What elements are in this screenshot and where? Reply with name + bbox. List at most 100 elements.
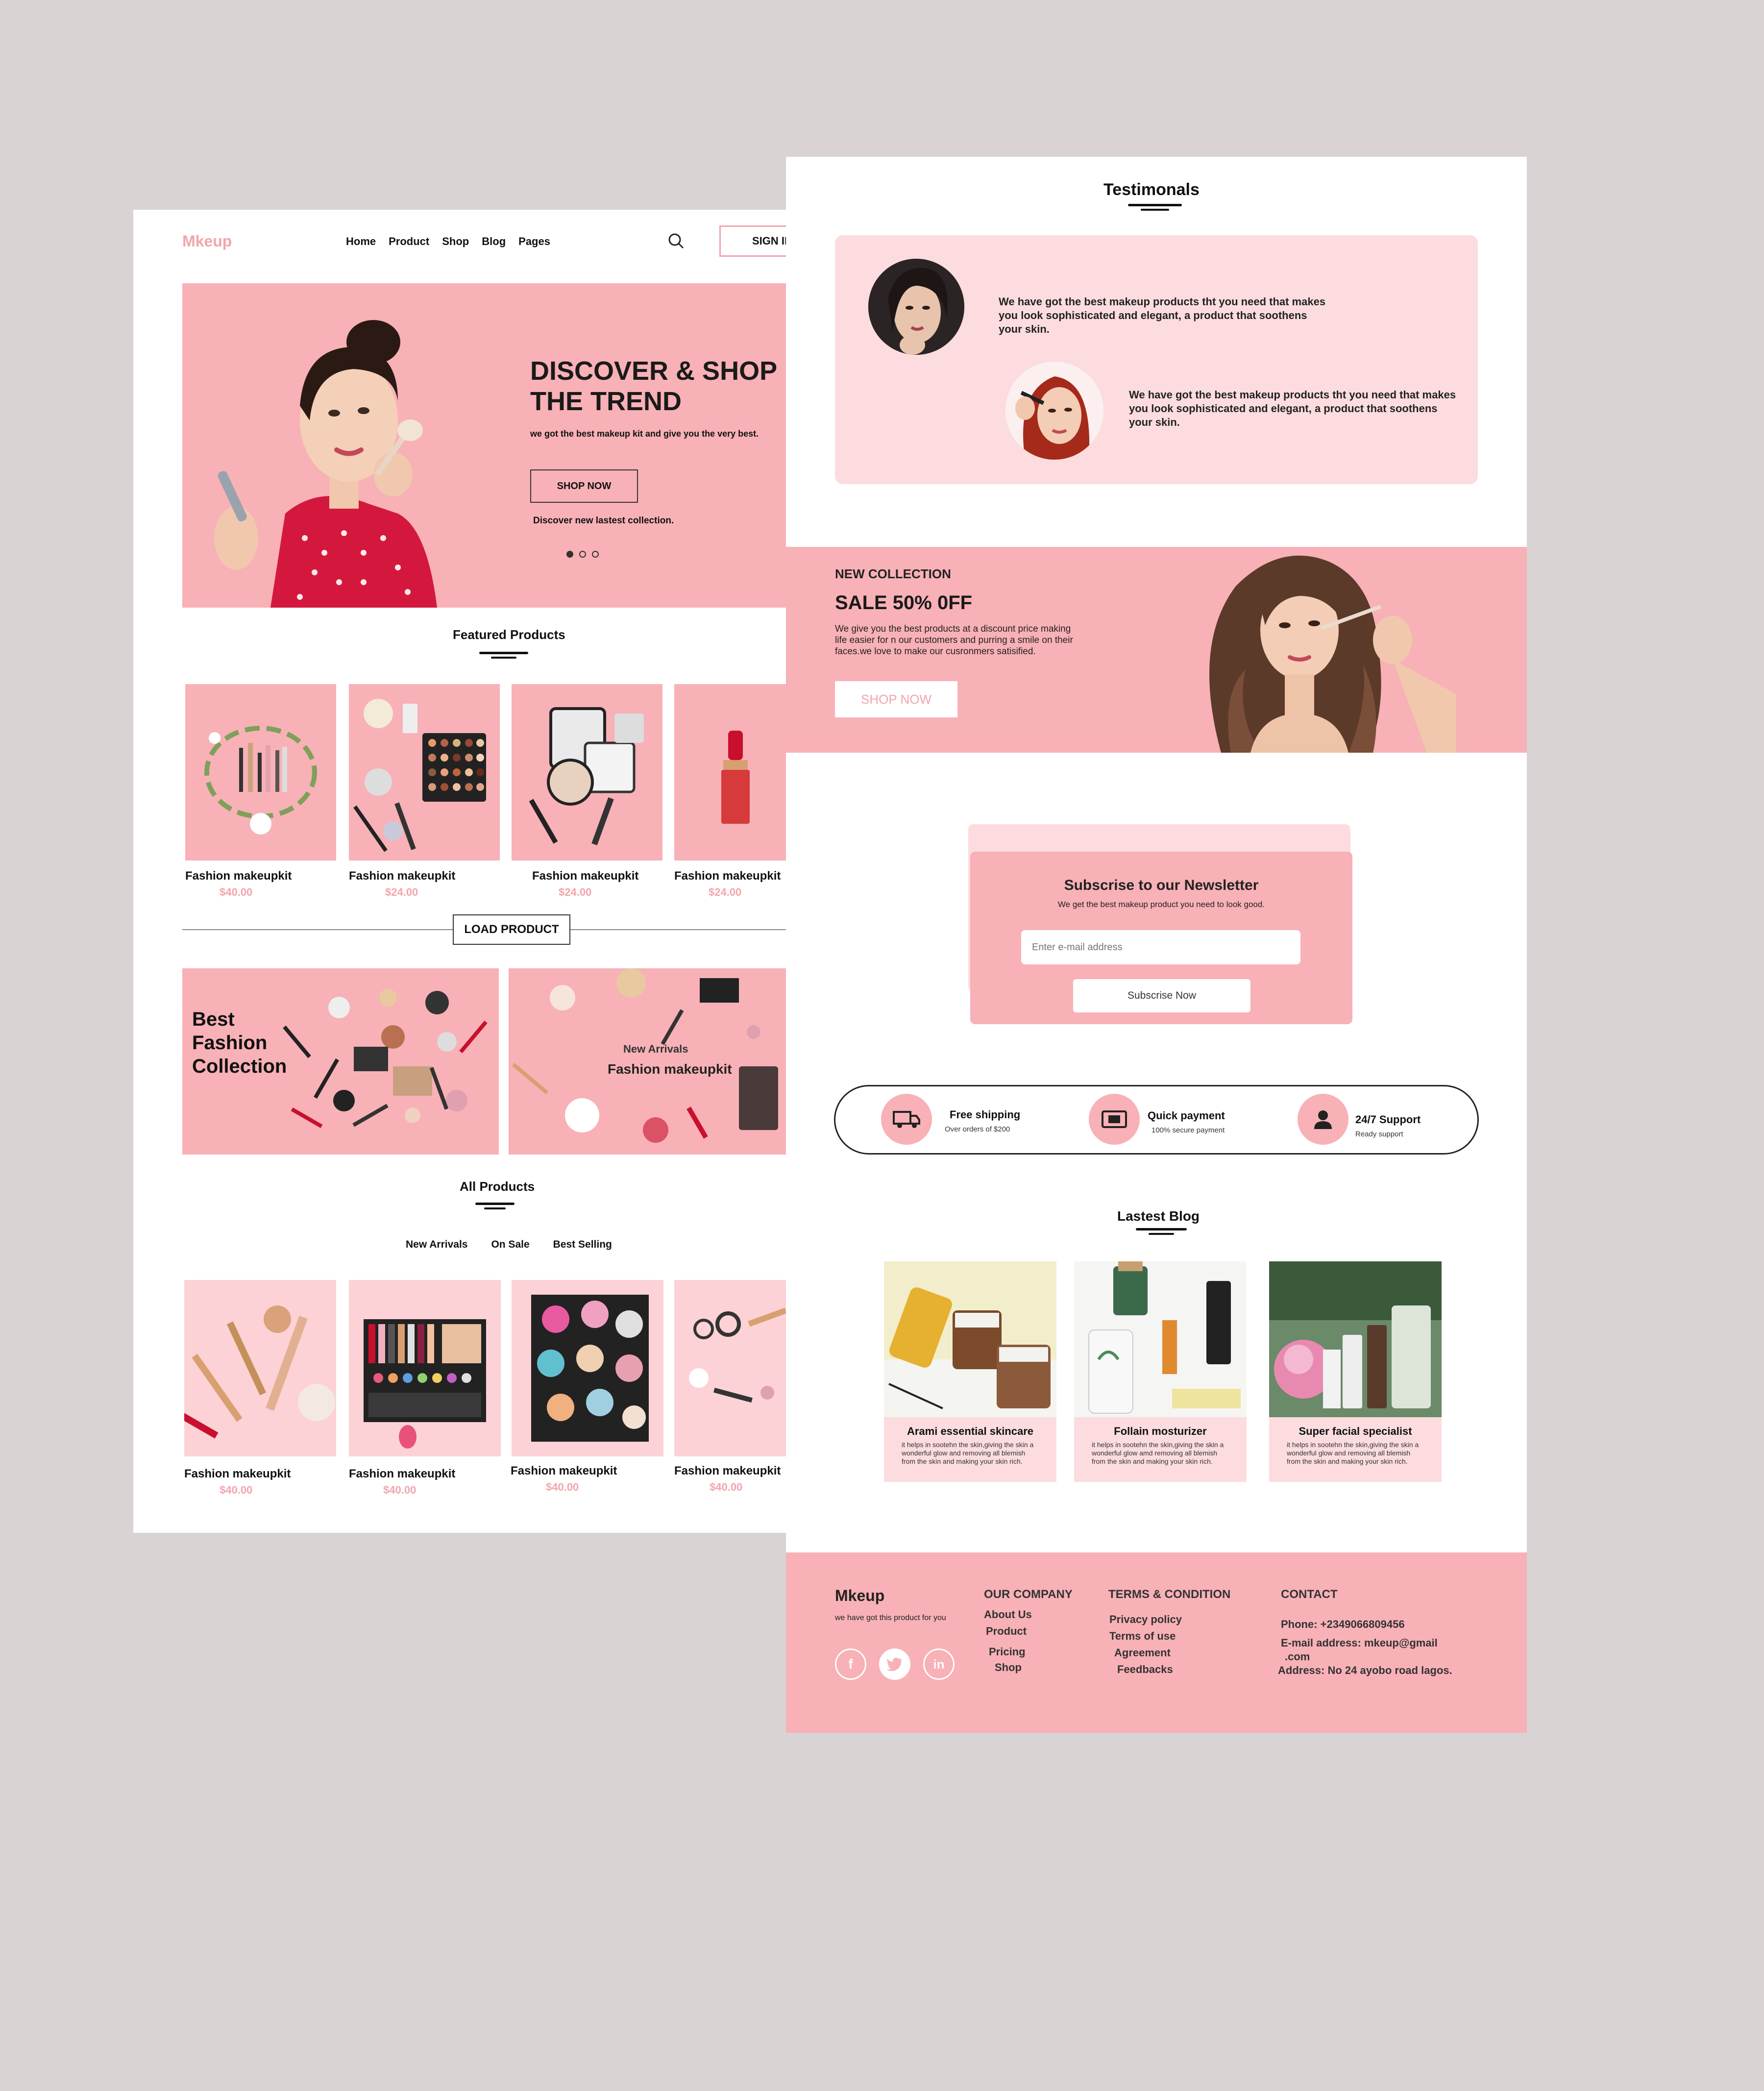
blog-excerpt: it helps in sootehn the skin,giving the … <box>1287 1441 1419 1465</box>
service-subtitle: Ready support <box>1355 1130 1403 1138</box>
footer-link-pricing[interactable]: Pricing <box>989 1646 1026 1658</box>
product-title[interactable]: Fashion makeupkit <box>185 869 292 883</box>
sale-text: We give you the best products at a disco… <box>835 624 1073 657</box>
blog-title[interactable]: Super facial specialist <box>1269 1425 1442 1438</box>
product-title[interactable]: Fashion makeupkit <box>511 1464 617 1478</box>
service-title: Quick payment <box>1148 1109 1225 1122</box>
product-card-image[interactable] <box>512 684 662 861</box>
product-price: $40.00 <box>220 1484 253 1496</box>
featured-heading: Featured Products <box>453 627 565 642</box>
product-card-image[interactable] <box>184 1280 336 1456</box>
footer-email-line1: E-mail address: mkeup@gmail <box>1281 1637 1438 1649</box>
footer-link-about[interactable]: About Us <box>984 1608 1032 1621</box>
carousel-dot-2[interactable] <box>579 551 586 558</box>
footer-link-feedbacks[interactable]: Feedbacks <box>1117 1663 1173 1676</box>
newsletter-subtitle: We get the best makeup product you need … <box>1057 900 1265 909</box>
featured-heading-underline <box>479 652 528 654</box>
tab-new-arrivals[interactable]: New Arrivals <box>406 1239 467 1251</box>
product-price: $24.00 <box>385 886 418 898</box>
carousel-dot-3[interactable] <box>592 551 599 558</box>
tab-best-selling[interactable]: Best Selling <box>553 1239 612 1251</box>
product-title[interactable]: Fashion makeupkit <box>674 869 781 883</box>
hero-shop-now-button[interactable]: SHOP NOW <box>530 469 638 503</box>
product-filter-tabs: New Arrivals On Sale Best Selling <box>406 1239 612 1251</box>
linkedin-icon[interactable]: in <box>923 1648 955 1680</box>
sale-model-image <box>1162 547 1456 753</box>
blog-card[interactable]: Follain mosturizer it helps in sootehn t… <box>1074 1261 1247 1482</box>
hero-note: Discover new lastest collection. <box>533 516 674 526</box>
sale-label: NEW COLLECTION <box>835 566 951 581</box>
blog-image <box>1074 1261 1247 1417</box>
footer-link-product[interactable]: Product <box>986 1625 1027 1638</box>
blog-card[interactable]: Super facial specialist it helps in soot… <box>1269 1261 1442 1482</box>
tab-on-sale[interactable]: On Sale <box>491 1239 529 1251</box>
product-title[interactable]: Fashion makeupkit <box>349 869 455 883</box>
hero-model-image <box>192 308 520 608</box>
blog-heading-underline <box>1136 1228 1187 1230</box>
testimonials-underline-2 <box>1141 209 1169 211</box>
footer-link-terms[interactable]: Terms of use <box>1109 1630 1176 1643</box>
product-card-image[interactable] <box>349 1280 501 1456</box>
sale-shop-now-label: SHOP NOW <box>861 691 931 707</box>
facebook-icon[interactable]: f <box>835 1648 866 1680</box>
nav-home[interactable]: Home <box>346 235 376 248</box>
best-collection-line3: Collection <box>192 1056 287 1077</box>
product-card-image[interactable] <box>674 684 786 861</box>
footer-email-line2: .com <box>1285 1650 1310 1663</box>
newsletter-email-input[interactable] <box>1021 930 1300 964</box>
footer-link-shop[interactable]: Shop <box>995 1661 1022 1674</box>
footer-company-heading: OUR COMPANY <box>984 1588 1073 1601</box>
nav-blog[interactable]: Blog <box>482 235 506 248</box>
carousel-dot-1[interactable] <box>566 551 573 558</box>
testimonials-underline <box>1128 204 1182 206</box>
sale-shop-now-button[interactable]: SHOP NOW <box>835 681 957 717</box>
service-subtitle: Over orders of $200 <box>945 1125 1010 1133</box>
search-icon[interactable] <box>667 232 685 250</box>
blog-card[interactable]: Arami essential skincare it helps in soo… <box>884 1261 1056 1482</box>
product-card-image[interactable] <box>185 684 336 861</box>
product-title[interactable]: Fashion makeupkit <box>674 1464 781 1478</box>
signin-button[interactable]: SIGN IN <box>719 225 786 257</box>
main-nav: Home Product Shop Blog Pages <box>346 235 550 248</box>
footer-brand[interactable]: Mkeup <box>835 1587 884 1605</box>
service-title: Free shipping <box>950 1108 1021 1121</box>
blog-heading: Lastest Blog <box>1117 1208 1200 1224</box>
product-card-image[interactable] <box>512 1280 663 1456</box>
nav-pages[interactable]: Pages <box>518 235 550 248</box>
service-title: 24/7 Support <box>1355 1113 1421 1126</box>
all-products-underline <box>475 1203 514 1205</box>
blog-title[interactable]: Follain mosturizer <box>1074 1425 1247 1438</box>
testimonial-text: We have got the best makeup products tht… <box>1129 389 1456 428</box>
newsletter-title: Subscrise to our Newsletter <box>1064 877 1259 893</box>
footer-contact-heading: CONTACT <box>1281 1588 1338 1601</box>
all-products-underline-2 <box>484 1207 506 1209</box>
hero-subtitle: we got the best makeup kit and give you … <box>530 429 759 439</box>
product-title[interactable]: Fashion makeupkit <box>349 1467 455 1481</box>
product-title[interactable]: Fashion makeupkit <box>184 1467 291 1481</box>
blog-excerpt: it helps in sootehn the skin,giving the … <box>902 1441 1034 1465</box>
footer-link-privacy[interactable]: Privacy policy <box>1109 1613 1182 1626</box>
product-price: $24.00 <box>559 886 592 898</box>
load-product-button[interactable]: LOAD PRODUCT <box>453 914 570 945</box>
product-price: $40.00 <box>220 886 253 898</box>
footer-link-agreement[interactable]: Agreement <box>1114 1647 1171 1659</box>
newsletter-subscribe-label: Subscrise Now <box>1127 990 1197 1001</box>
product-card-image[interactable] <box>349 684 500 861</box>
blog-title[interactable]: Arami essential skincare <box>884 1425 1056 1438</box>
product-price: $24.00 <box>709 886 742 898</box>
brand-logo[interactable]: Mkeup <box>182 232 232 250</box>
footer-tagline: we have got this product for you <box>835 1614 946 1622</box>
blog-image <box>1269 1261 1442 1417</box>
newsletter-subscribe-button[interactable]: Subscrise Now <box>1073 979 1250 1012</box>
nav-shop[interactable]: Shop <box>442 235 469 248</box>
product-card-image[interactable] <box>674 1280 786 1456</box>
testimonial-avatar <box>868 259 964 355</box>
nav-product[interactable]: Product <box>389 235 429 248</box>
footer-terms-heading: TERMS & CONDITION <box>1108 1588 1231 1601</box>
featured-heading-underline-2 <box>491 657 516 659</box>
product-title[interactable]: Fashion makeupkit <box>532 869 638 883</box>
signin-label: SIGN IN <box>752 235 786 247</box>
twitter-icon[interactable] <box>879 1648 910 1680</box>
blog-excerpt: it helps in sootehn the skin,giving the … <box>1092 1441 1224 1465</box>
load-product-label: LOAD PRODUCT <box>464 923 559 936</box>
